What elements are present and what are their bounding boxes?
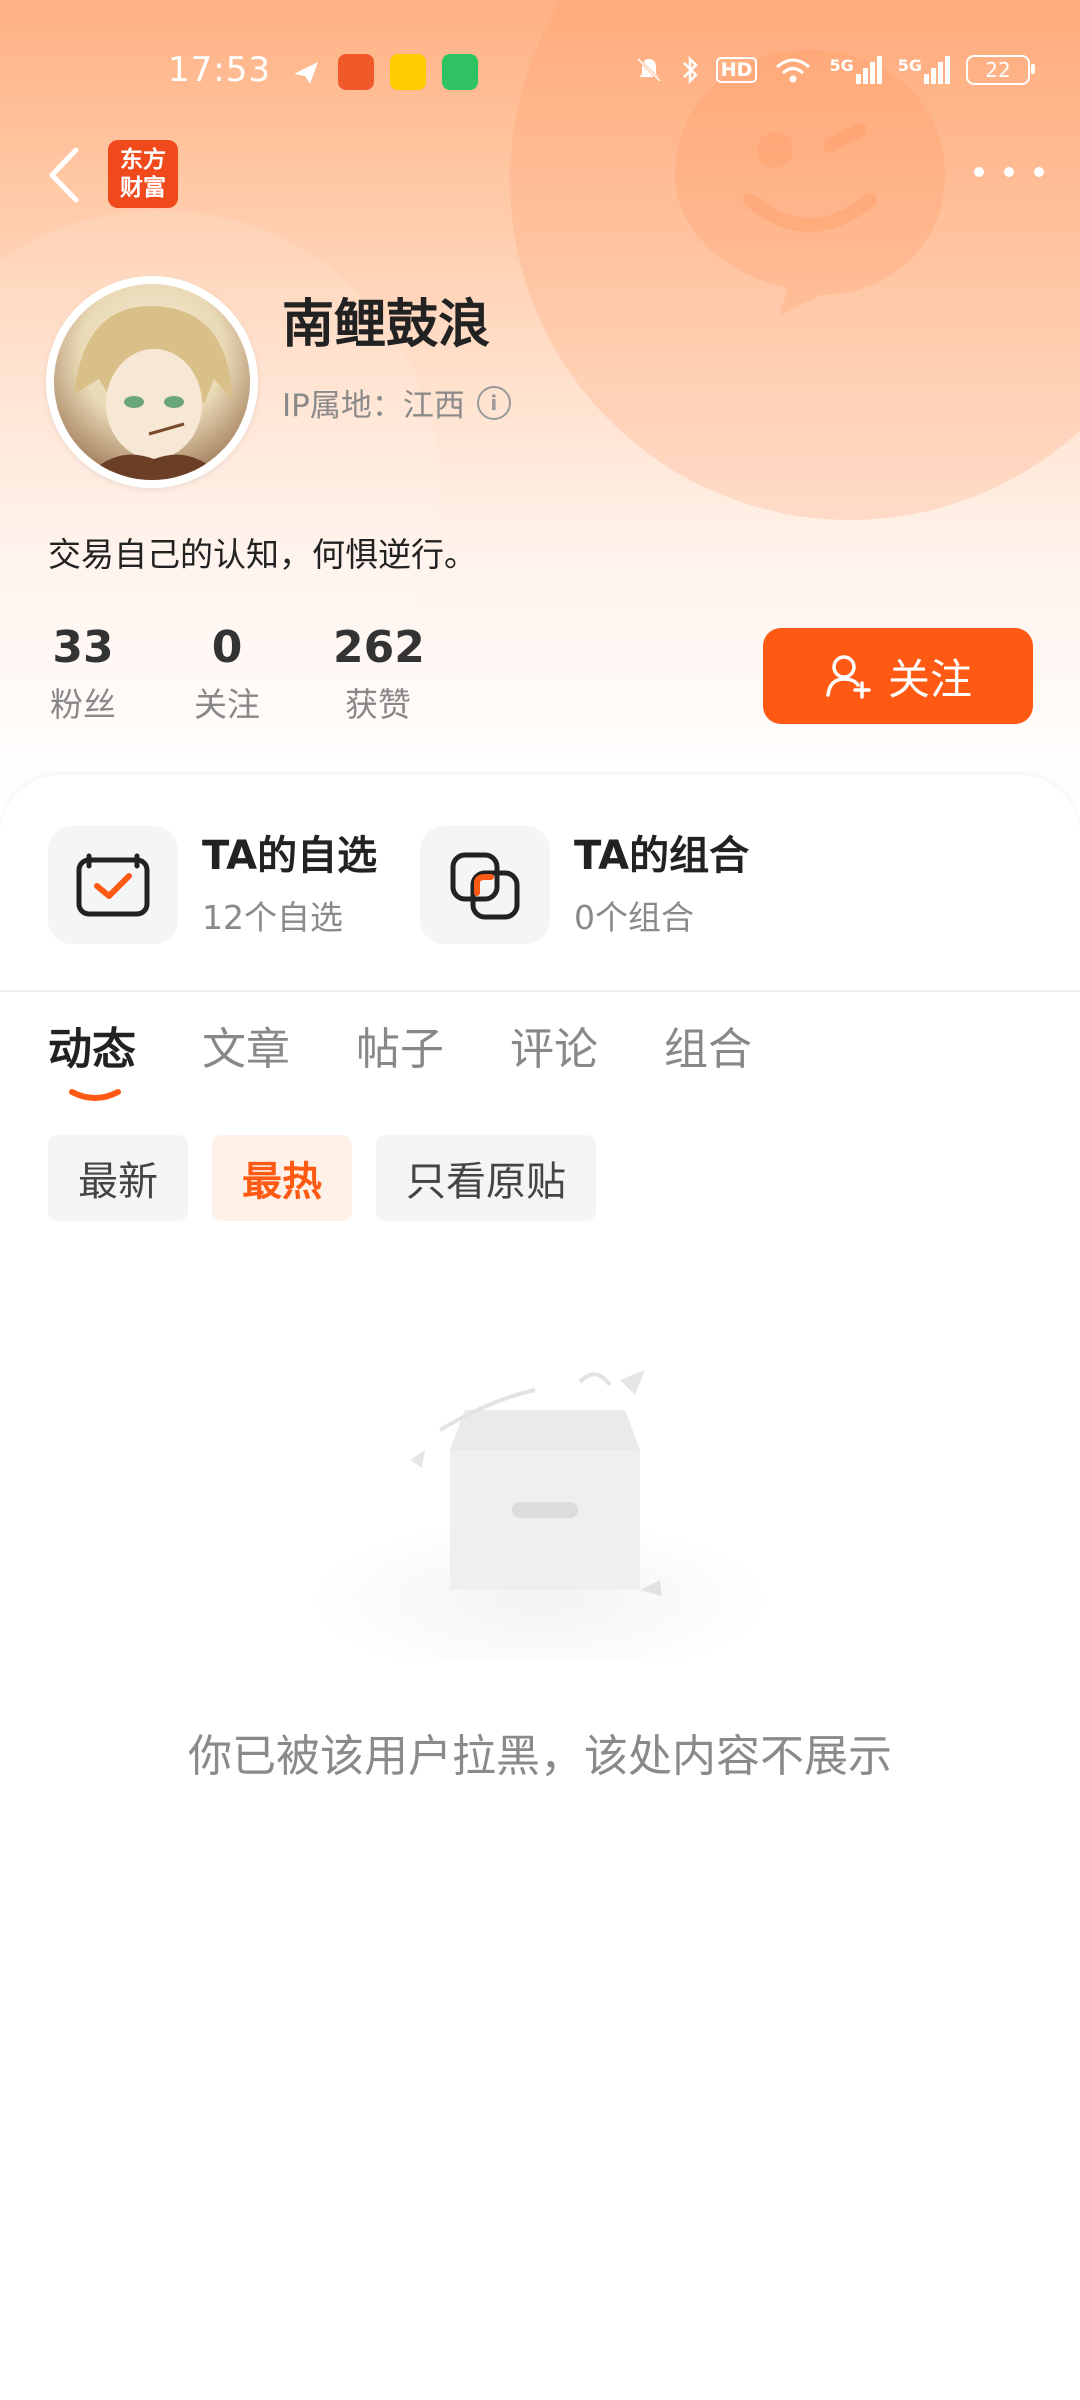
status-time: 17:53	[168, 50, 271, 90]
user-bio: 交易自己的认知，何惧逆行。	[48, 535, 477, 574]
blocked-message: 你已被该用户拉黑，该处内容不展示	[188, 1731, 892, 1782]
filter-hottest[interactable]: 最热	[212, 1135, 352, 1221]
avatar[interactable]	[46, 276, 258, 488]
info-icon[interactable]: i	[476, 385, 511, 420]
stat-likes[interactable]: 262 获赞	[333, 620, 425, 726]
ip-location: IP属地：江西 i	[282, 380, 511, 425]
status-icons: HD 5G 5G 22	[634, 50, 1035, 90]
watchlist-icon-box	[48, 826, 178, 944]
xianyu-app-icon	[390, 54, 426, 90]
watchlist-check-icon	[76, 853, 150, 917]
tab-posts[interactable]: 帖子	[356, 1020, 444, 1080]
tab-articles[interactable]: 文章	[202, 1020, 290, 1080]
battery-icon: 22	[966, 55, 1035, 85]
stat-value: 33	[52, 622, 114, 673]
watchlist-shortcut[interactable]: TA的自选 12个自选	[48, 825, 377, 945]
signal-icon: 5G	[829, 56, 882, 84]
filter-original-only[interactable]: 只看原贴	[376, 1135, 596, 1221]
paper-plane-app-icon	[294, 62, 318, 84]
stat-value: 0	[211, 622, 243, 673]
back-arrow-icon[interactable]	[40, 140, 90, 210]
stat-label: 粉丝	[50, 685, 116, 724]
portfolio-icon	[450, 852, 520, 920]
messaging-app-icon	[442, 54, 478, 90]
taobao-app-icon	[338, 54, 374, 90]
tab-dynamics[interactable]: 动态	[48, 1020, 136, 1101]
mute-bell-icon	[636, 57, 661, 83]
add-user-icon	[826, 655, 871, 699]
more-options-icon[interactable]	[974, 150, 1044, 194]
tab-comments[interactable]: 评论	[510, 1020, 598, 1080]
signal-icon: 5G	[898, 56, 950, 84]
wifi-icon	[776, 58, 811, 83]
watchlist-title: TA的自选	[202, 833, 378, 879]
stat-label: 获赞	[345, 685, 411, 724]
active-tab-indicator	[69, 1089, 121, 1101]
follow-button-label: 关注	[887, 655, 972, 703]
eastmoney-logo[interactable]: 东方 财富	[108, 140, 178, 208]
avatar-image	[54, 284, 250, 480]
stat-value: 262	[333, 622, 425, 673]
username: 南鲤鼓浪	[282, 295, 491, 355]
filter-chips: 最新 最热 只看原贴	[48, 1135, 596, 1221]
follow-button[interactable]: 关注	[763, 628, 1033, 724]
portfolio-icon-box	[420, 826, 550, 944]
portfolio-shortcut[interactable]: TA的组合 0个组合	[420, 825, 749, 945]
empty-box-illustration	[310, 1370, 770, 1660]
stat-following[interactable]: 0 关注	[190, 620, 264, 726]
hd-icon: HD	[715, 57, 758, 83]
section-divider	[0, 990, 1080, 992]
stat-label: 关注	[194, 685, 260, 724]
stat-fans[interactable]: 33 粉丝	[48, 620, 118, 726]
filter-latest[interactable]: 最新	[48, 1135, 188, 1221]
bluetooth-icon	[682, 55, 698, 85]
ip-location-text: IP属地：江西	[282, 388, 465, 424]
content-tabs: 动态 文章 帖子 评论 组合	[48, 1020, 752, 1101]
portfolio-title: TA的组合	[574, 833, 750, 879]
status-bar: 17:53 HD 5G 5G 22	[0, 40, 1080, 104]
portfolio-count: 0个组合	[574, 898, 694, 937]
tab-portfolios[interactable]: 组合	[664, 1020, 752, 1080]
watchlist-count: 12个自选	[202, 898, 343, 937]
